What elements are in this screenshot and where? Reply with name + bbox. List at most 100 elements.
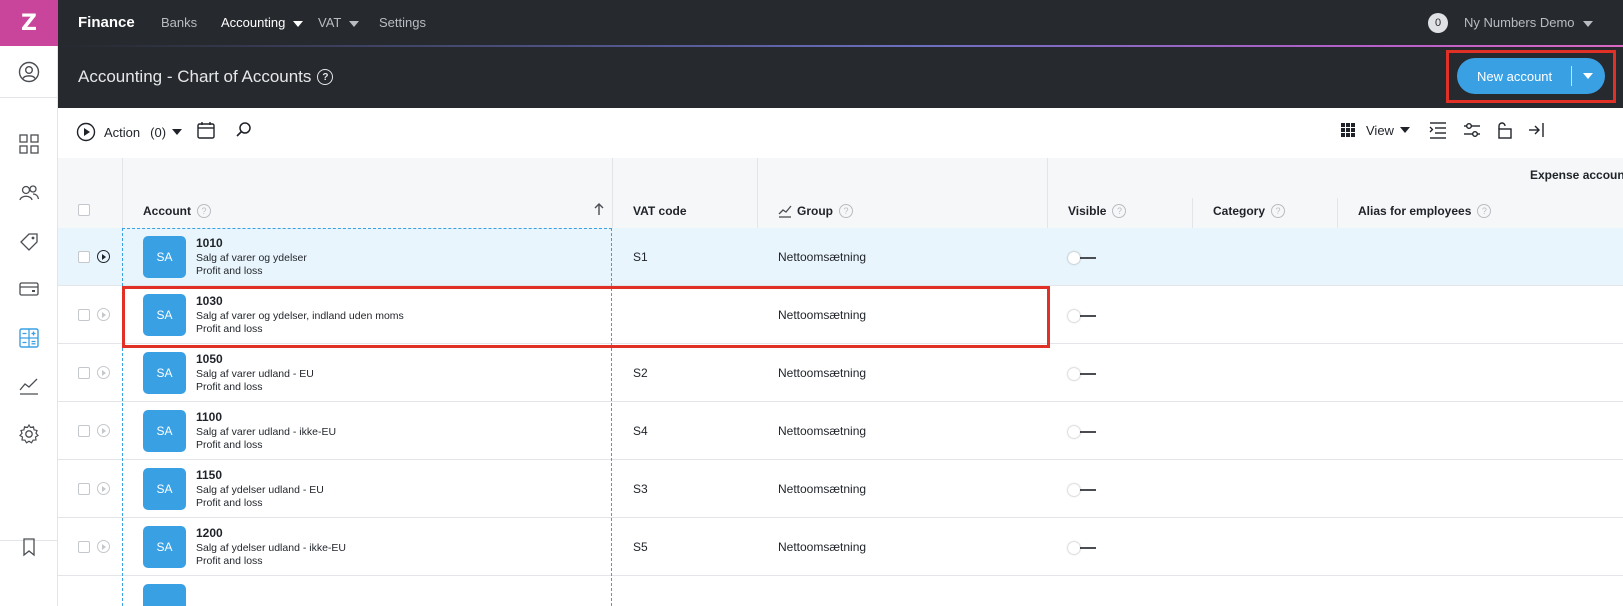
- nav-accounting[interactable]: Accounting: [221, 15, 304, 30]
- account-name: Salg af ydelser udland - EU: [196, 484, 324, 496]
- help-icon[interactable]: ?: [317, 69, 334, 85]
- table-row[interactable]: SA 1010 Salg af varer og ydelser Profit …: [58, 228, 1623, 286]
- column-group[interactable]: Group ?: [778, 204, 853, 218]
- row-checkbox[interactable]: [78, 541, 90, 553]
- nav-banks[interactable]: Banks: [161, 15, 197, 30]
- notification-badge[interactable]: 0: [1428, 13, 1448, 33]
- visible-toggle[interactable]: [1068, 542, 1098, 554]
- row-action-icon[interactable]: [97, 308, 110, 321]
- row-checkbox[interactable]: [78, 367, 90, 379]
- row-action-icon[interactable]: [97, 424, 110, 437]
- account-name: Salg af varer og ydelser, indland uden m…: [196, 310, 404, 322]
- help-icon[interactable]: ?: [1477, 204, 1492, 218]
- rail-bottom: [0, 538, 58, 606]
- account-type: Profit and loss: [196, 439, 263, 451]
- column-visible-label: Visible: [1068, 204, 1107, 218]
- help-icon[interactable]: ?: [197, 204, 211, 218]
- filter-sliders-icon[interactable]: [1462, 120, 1482, 140]
- column-alias[interactable]: Alias for employees ?: [1358, 204, 1492, 218]
- table-row[interactable]: SA 1030 Salg af varer og ydelser, indlan…: [58, 286, 1623, 344]
- account-type: Profit and loss: [196, 555, 263, 567]
- nav-vat[interactable]: VAT: [318, 15, 360, 30]
- user-profile-button[interactable]: [0, 46, 58, 98]
- expense-account-group-header: Expense accoun: [1530, 168, 1623, 182]
- table-row[interactable]: SA 1050 Salg af varer udland - EU Profit…: [58, 344, 1623, 402]
- accounting-icon[interactable]: [17, 326, 41, 350]
- table-row[interactable]: [58, 576, 1623, 606]
- account-name: Salg af varer og ydelser: [196, 252, 307, 264]
- account-avatar: [143, 584, 186, 606]
- visible-toggle[interactable]: [1068, 310, 1098, 322]
- card-icon[interactable]: [17, 277, 41, 301]
- nav-settings[interactable]: Settings: [379, 15, 426, 30]
- toggle-track: [1078, 431, 1096, 433]
- account-avatar: SA: [143, 294, 186, 336]
- column-vat-code[interactable]: VAT code: [633, 204, 687, 218]
- unlock-icon[interactable]: [1495, 120, 1515, 140]
- action-label: Action: [104, 124, 141, 140]
- tree-list-icon[interactable]: [1428, 120, 1448, 140]
- new-account-button[interactable]: New account: [1457, 58, 1605, 94]
- toggle-track: [1078, 489, 1096, 491]
- toggle-knob: [1068, 252, 1080, 264]
- reports-icon[interactable]: [17, 374, 41, 398]
- search-icon[interactable]: [234, 120, 254, 140]
- help-icon[interactable]: ?: [1271, 204, 1286, 218]
- account-type: Profit and loss: [196, 381, 263, 393]
- table-row[interactable]: SA 1100 Salg af varer udland - ikke-EU P…: [58, 402, 1623, 460]
- chevron-down-icon[interactable]: [1583, 73, 1593, 79]
- account-type: Profit and loss: [196, 265, 263, 277]
- column-vat-code-label: VAT code: [633, 204, 687, 218]
- column-group-label: Group: [797, 204, 833, 218]
- visible-toggle[interactable]: [1068, 484, 1098, 496]
- select-all-checkbox[interactable]: [78, 204, 90, 216]
- nav-vat-label: VAT: [318, 15, 342, 30]
- column-alias-label: Alias for employees: [1358, 204, 1472, 218]
- column-account[interactable]: Account ?: [143, 204, 211, 218]
- account-number: 1010: [196, 236, 223, 250]
- toolbar: Action (0) View: [58, 108, 1623, 158]
- vat-code-cell: S4: [633, 424, 648, 438]
- tag-icon[interactable]: [17, 229, 41, 253]
- column-category[interactable]: Category ?: [1213, 204, 1286, 218]
- table-row[interactable]: SA 1150 Salg af ydelser udland - EU Prof…: [58, 460, 1623, 518]
- help-icon[interactable]: ?: [839, 204, 853, 218]
- visible-toggle[interactable]: [1068, 252, 1098, 264]
- calendar-icon[interactable]: [196, 120, 216, 140]
- vat-code-cell: S1: [633, 250, 648, 264]
- play-glyph: [102, 253, 106, 260]
- action-menu[interactable]: Action (0): [76, 122, 183, 142]
- visible-toggle[interactable]: [1068, 426, 1098, 438]
- company-switcher[interactable]: Ny Numbers Demo: [1464, 15, 1593, 30]
- view-menu[interactable]: View: [1340, 122, 1410, 138]
- vat-code-cell: S2: [633, 366, 648, 380]
- settings-gear-icon[interactable]: [17, 422, 41, 446]
- row-checkbox[interactable]: [78, 425, 90, 437]
- column-visible[interactable]: Visible ?: [1068, 204, 1127, 218]
- nav-banks-label: Banks: [161, 15, 198, 30]
- view-label: View: [1366, 122, 1394, 138]
- row-checkbox[interactable]: [78, 251, 90, 263]
- help-icon[interactable]: ?: [1112, 204, 1127, 218]
- row-action-icon[interactable]: [97, 482, 110, 495]
- app-logo[interactable]: Z: [0, 0, 58, 46]
- toggle-knob: [1068, 542, 1080, 554]
- contacts-icon[interactable]: [17, 181, 41, 205]
- group-cell: Nettoomsætning: [778, 424, 867, 438]
- dashboard-icon[interactable]: [17, 132, 41, 156]
- bookmark-icon[interactable]: [17, 535, 41, 559]
- row-action-icon[interactable]: [97, 250, 110, 263]
- row-action-icon[interactable]: [97, 366, 110, 379]
- row-checkbox[interactable]: [78, 483, 90, 495]
- vat-code-cell: S5: [633, 540, 648, 554]
- table-row[interactable]: SA 1200 Salg af ydelser udland - ikke-EU…: [58, 518, 1623, 576]
- row-checkbox[interactable]: [78, 309, 90, 321]
- sort-ascending-icon[interactable]: [593, 202, 605, 216]
- row-action-icon[interactable]: [97, 540, 110, 553]
- collapse-panel-icon[interactable]: [1526, 120, 1546, 140]
- new-account-label: New account: [1477, 68, 1553, 84]
- grid-icon: [1341, 123, 1355, 137]
- visible-toggle[interactable]: [1068, 368, 1098, 380]
- chevron-down-icon: [1582, 20, 1593, 27]
- chart-line-icon: [778, 205, 792, 218]
